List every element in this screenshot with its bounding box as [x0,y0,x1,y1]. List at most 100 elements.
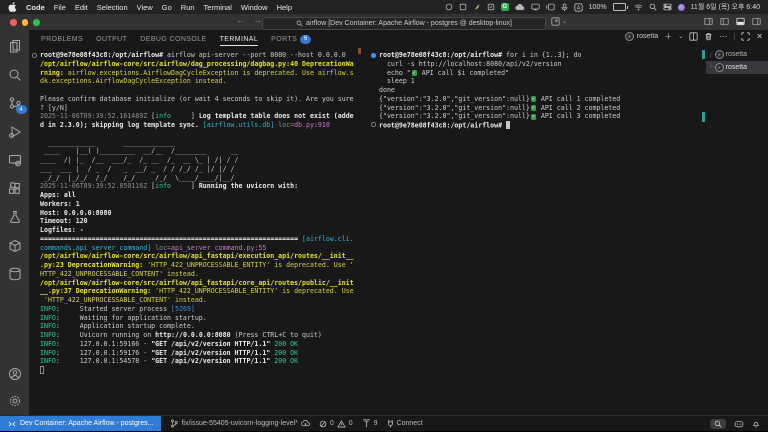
terminal-area: root@9e78e08f43c8:/opt/airflow# airflow … [29,48,768,415]
app-status-icon-1[interactable] [445,3,453,11]
connect-status[interactable]: Connect [387,419,423,428]
menu-item-terminal[interactable]: Terminal [204,3,232,12]
display-icon[interactable] [531,3,540,11]
testing-icon[interactable] [7,209,23,225]
control-center-icon[interactable] [663,3,672,11]
menu-item-run[interactable]: Run [181,3,195,12]
mic-mute-icon[interactable] [561,3,568,11]
tab-terminal[interactable]: TERMINAL [220,30,259,48]
explorer-icon[interactable] [7,38,23,54]
open-layout-icon[interactable]: ⌄ [551,17,567,26]
menu-item-help[interactable]: Help [277,3,292,12]
panel-actions: ◗ rosetta ＋ ⌄ ⋯ | ✕ [625,31,763,42]
menu-item-selection[interactable]: Selection [97,3,128,12]
activity-bar: 4 [0,30,29,415]
menu-item-file[interactable]: File [54,3,66,12]
stage-manager-icon[interactable] [546,3,555,11]
macos-menu-bar: Code File Edit Selection View Go Run Ter… [0,0,768,14]
tab-problems[interactable]: PROBLEMS [41,30,83,48]
command-center-text: airflow [Dev Container: Apache Airflow -… [306,20,512,27]
split-terminal-icon[interactable] [689,32,698,41]
terminal-tab-rosetta-1[interactable]: ┌ ◗ rosetta [706,48,768,61]
toggle-panel-icon[interactable] [736,17,745,26]
command-center[interactable]: airflow [Dev Container: Apache Airflow -… [262,17,546,30]
problems-status[interactable]: 0 0 [319,420,353,428]
green-g-icon[interactable]: G [501,3,509,11]
menu-item-view[interactable]: View [137,3,153,12]
battery-icon[interactable] [613,3,628,11]
back-icon[interactable]: ← [236,15,245,25]
app-status-icon-3[interactable] [473,3,481,11]
source-control-badge: 4 [16,105,27,114]
extensions-icon[interactable] [7,181,23,197]
accounts-icon[interactable] [7,366,23,382]
screencast-zoom-indicator[interactable] [710,419,726,429]
run-debug-icon[interactable] [7,124,23,140]
kill-terminal-icon[interactable] [704,32,713,41]
new-terminal-icon[interactable]: ＋ [664,31,672,42]
terminal-pane-left[interactable]: root@9e78e08f43c8:/opt/airflow# airflow … [29,48,362,415]
app-status-icon-4[interactable] [487,3,495,11]
terminal-tab-rosetta-2[interactable]: └ ◗ rosetta [706,61,768,74]
terminal-output-right: root@9e78e08f43c8:/opt/airflow# for i in… [379,51,620,130]
menu-item-code[interactable]: Code [26,3,45,12]
remote-indicator[interactable]: Dev Container: Apache Airflow - postgres… [0,416,161,431]
database-icon[interactable] [7,266,23,282]
menu-clock[interactable]: 11월 6일 (목) 오후 6:40 [691,2,760,12]
new-terminal-dropdown-icon[interactable]: ⌄ [678,33,683,40]
menu-item-edit[interactable]: Edit [75,3,88,12]
remote-explorer-icon[interactable] [7,152,23,168]
close-window-button[interactable] [10,19,17,26]
history-nav: ← → [236,15,262,25]
layout-controls [704,17,761,26]
container-tools-icon[interactable] [7,238,23,254]
plug-icon [387,419,394,428]
source-control-icon[interactable]: 4 [7,95,23,111]
settings-gear-icon[interactable] [7,393,23,409]
toggle-secondary-sidebar-icon[interactable] [752,17,761,26]
apple-menu-icon[interactable] [8,2,17,12]
branch-icon [170,419,178,428]
scrollbar-mark [358,48,361,54]
minimize-window-button[interactable] [22,19,29,26]
customize-layout-icon[interactable] [704,17,713,26]
ports-badge: 6 [300,35,311,44]
git-branch-status[interactable]: fix/issue-55405-uvicorn-logging-level* [170,419,309,428]
tab-debug-console[interactable]: DEBUG CONSOLE [140,30,206,48]
toggle-primary-sidebar-icon[interactable] [720,17,729,26]
terminal-icon: ◗ [715,63,724,72]
status-bar-right [710,419,768,429]
spotlight-icon[interactable] [649,3,657,11]
maximize-panel-icon[interactable] [741,32,750,41]
scrollbar-mark [702,112,705,122]
input-source-icon[interactable]: A [574,3,583,12]
terminal-profile-button[interactable]: ◗ rosetta [625,32,658,41]
tab-ports[interactable]: PORTS6 [271,30,311,48]
svg-text:A: A [576,5,580,11]
zoom-window-button[interactable] [33,19,40,26]
menu-item-window[interactable]: Window [241,3,268,12]
cloud-icon[interactable] [515,4,525,11]
publish-changes-icon [301,420,310,427]
command-decoration-icon[interactable] [32,53,37,58]
window-controls [10,19,40,26]
menu-status-area: G A 100% 11월 6일 (목) 오후 6:40 [445,2,760,12]
tab-output[interactable]: OUTPUT [96,30,127,48]
siri-icon[interactable] [678,4,685,11]
terminal-pane-right[interactable]: root@9e78e08f43c8:/opt/airflow# for i in… [368,48,706,415]
copilot-icon[interactable] [734,420,744,428]
close-panel-icon[interactable]: ✕ [756,32,763,41]
forward-icon[interactable]: → [253,15,262,25]
wifi-icon[interactable] [634,4,643,11]
app-status-icon-2[interactable] [459,3,467,11]
terminal-tabs-list: ┌ ◗ rosetta └ ◗ rosetta [706,48,768,415]
more-actions-icon[interactable]: ⋯ [719,32,727,41]
scrollbar-mark [702,50,705,59]
forwarded-ports-status[interactable]: 9 [362,419,378,428]
command-decoration-icon[interactable] [371,53,376,58]
magnifier-icon [714,420,722,428]
menu-item-go[interactable]: Go [162,3,172,12]
notifications-bell-icon[interactable] [752,419,760,428]
command-decoration-icon[interactable] [371,122,376,127]
search-sidebar-icon[interactable] [7,67,23,83]
